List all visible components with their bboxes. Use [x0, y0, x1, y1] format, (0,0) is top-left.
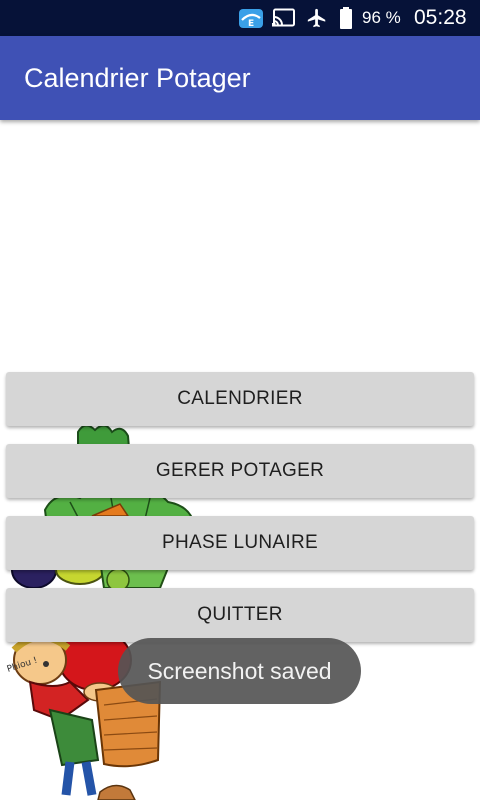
app-bar: Calendrier Potager — [0, 36, 480, 120]
svg-text:E: E — [248, 19, 254, 29]
clock: 05:28 — [414, 6, 467, 29]
battery-icon — [339, 0, 353, 36]
calendrier-button[interactable]: CALENDRIER — [6, 372, 474, 426]
status-bar: E 96 % 05:28 — [0, 0, 480, 36]
quitter-button[interactable]: QUITTER — [6, 588, 474, 642]
cast-icon — [272, 0, 296, 36]
gerer-potager-button[interactable]: GERER POTAGER — [6, 444, 474, 498]
battery-percent: 96 % — [362, 8, 401, 27]
toast-message: Screenshot saved — [118, 638, 361, 704]
phase-lunaire-button[interactable]: PHASE LUNAIRE — [6, 516, 474, 570]
airplane-mode-icon — [306, 0, 328, 36]
app-notification-icon: E — [238, 0, 264, 36]
app-title: Calendrier Potager — [24, 63, 251, 93]
